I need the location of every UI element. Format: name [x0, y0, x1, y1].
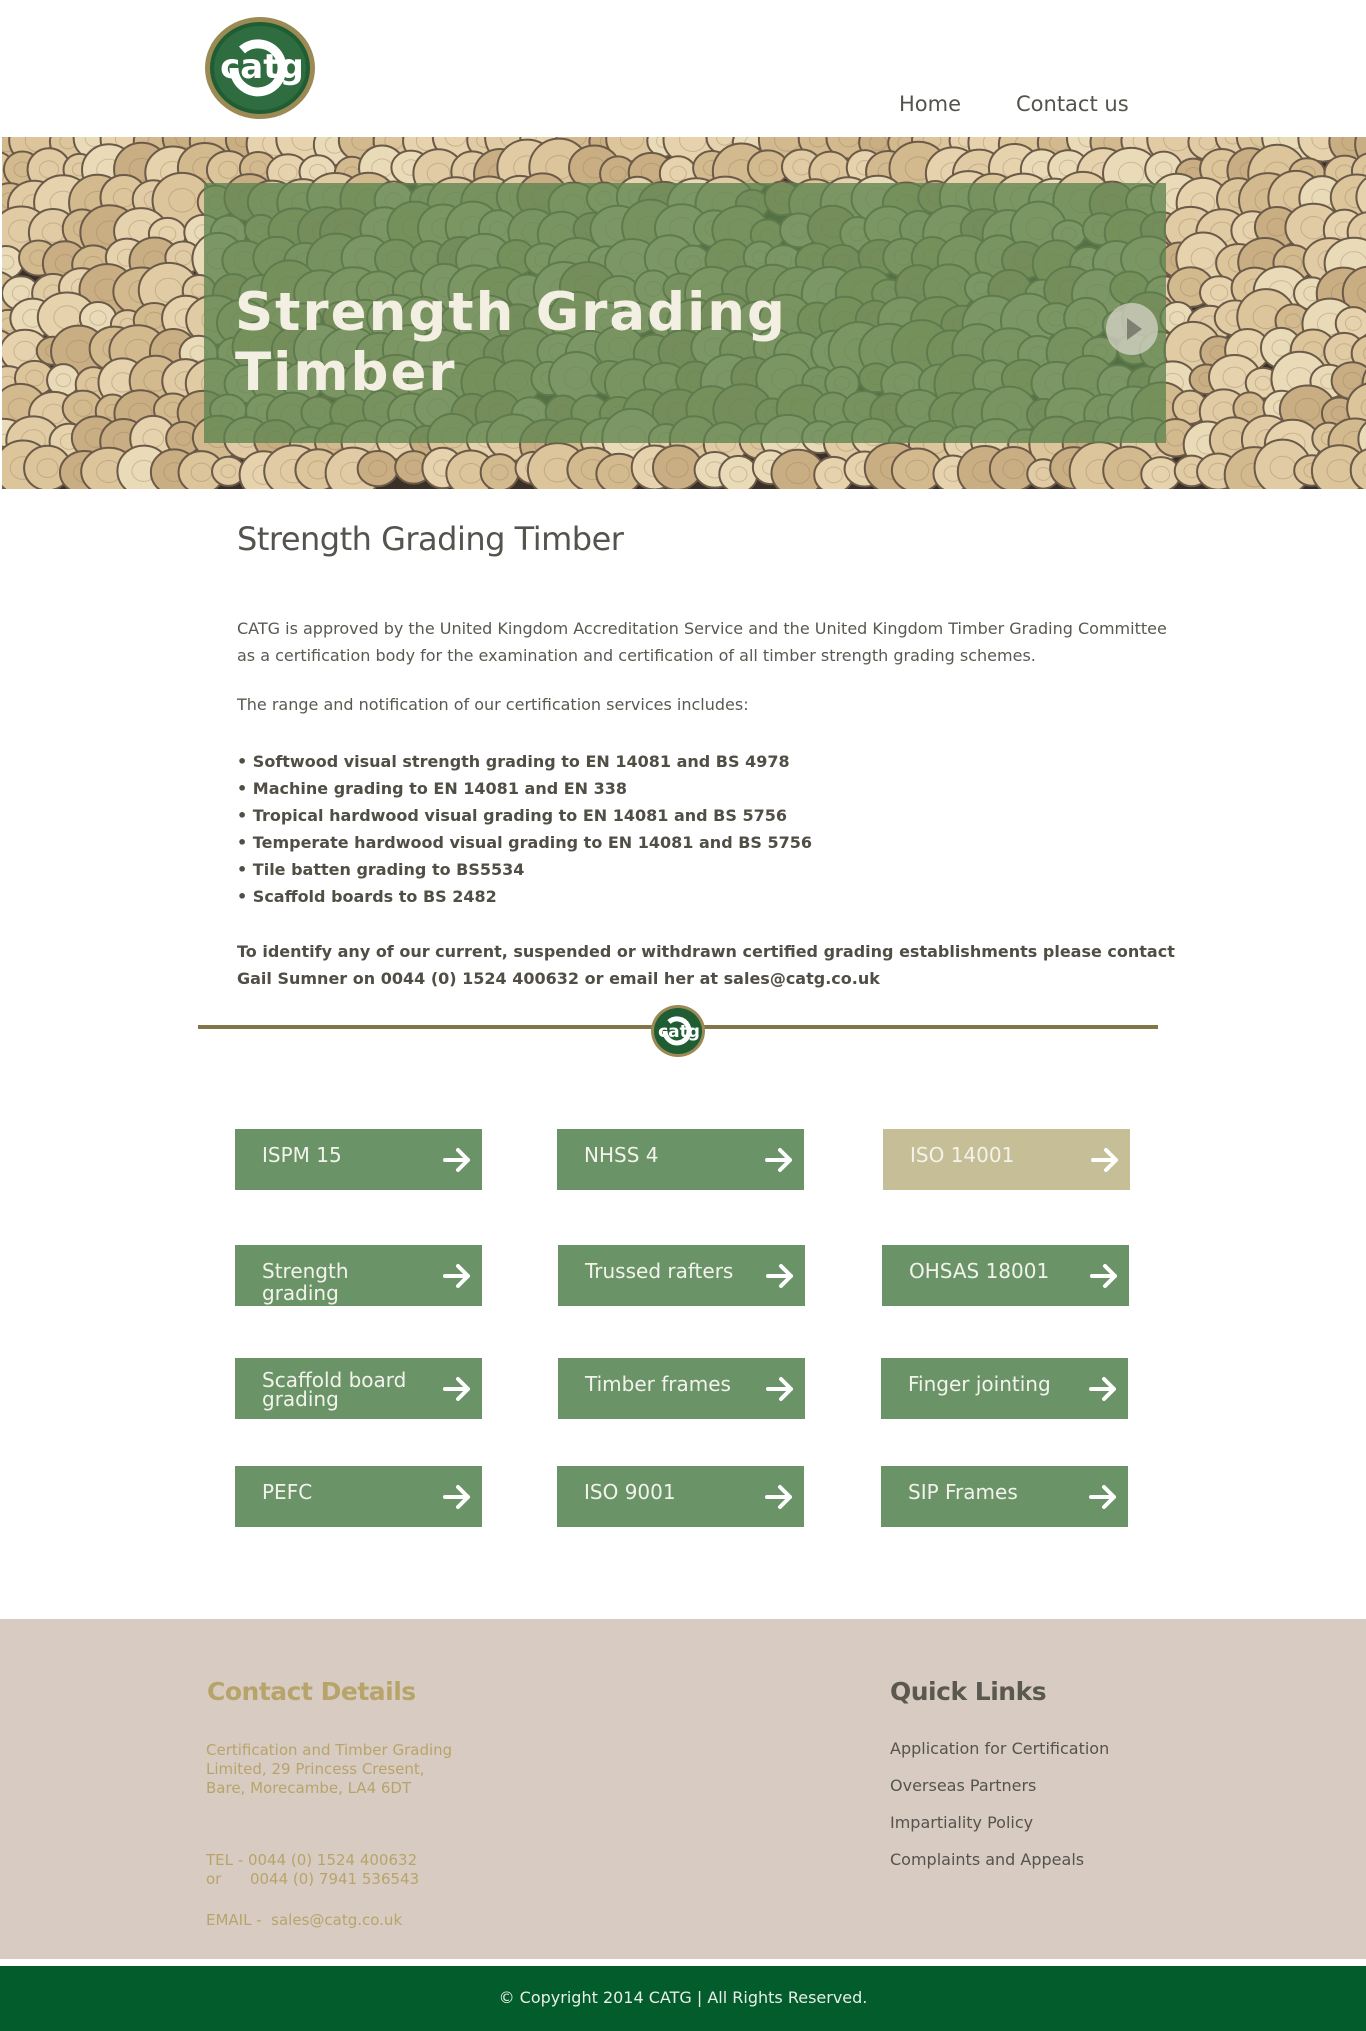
- ispm15-button[interactable]: ISPM 15: [235, 1129, 482, 1190]
- arrow-right-icon: [443, 1485, 470, 1509]
- arrow-right-icon: [1090, 1264, 1117, 1288]
- ohsas18001-button[interactable]: OHSAS 18001: [882, 1245, 1129, 1306]
- quick-link-application[interactable]: Application for Certification: [890, 1739, 1109, 1758]
- copyright-text: © Copyright 2014 CATG | All Rights Reser…: [498, 1988, 868, 2007]
- main-content: Strength Grading Timber CATG is approved…: [237, 520, 1175, 988]
- catg-logo: catg: [651, 1005, 705, 1057]
- list-item: • Machine grading to EN 14081 and EN 338: [237, 779, 628, 798]
- arrow-right-icon: [443, 1377, 470, 1401]
- nav-contact-link[interactable]: Contact us: [1016, 92, 1129, 116]
- arrow-right-icon: [443, 1264, 470, 1288]
- copyright-bar: © Copyright 2014 CATG | All Rights Reser…: [0, 1966, 1366, 2031]
- postal-address: Certification and Timber Grading Limited…: [206, 1741, 453, 1797]
- button-label: OHSAS 18001: [909, 1259, 1050, 1283]
- quick-links-list: Application for Certification Overseas P…: [890, 1739, 1109, 1887]
- quick-link-complaints[interactable]: Complaints and Appeals: [890, 1850, 1084, 1869]
- arrow-right-icon: [765, 1485, 792, 1509]
- list-item: • Scaffold boards to BS 2482: [237, 887, 497, 906]
- arrow-right-icon: [765, 1148, 792, 1172]
- timber-frames-button[interactable]: Timber frames: [558, 1358, 805, 1419]
- hero-title: Strength Grading Timber: [235, 282, 787, 403]
- iso9001-button[interactable]: ISO 9001: [557, 1466, 804, 1527]
- iso14001-button[interactable]: ISO 14001: [883, 1129, 1130, 1190]
- nhss4-button[interactable]: NHSS 4: [557, 1129, 804, 1190]
- phone-numbers: TEL - 0044 (0) 1524 400632 or 0044 (0) 7…: [206, 1851, 419, 1889]
- button-label: Finger jointing: [908, 1372, 1051, 1396]
- play-icon[interactable]: [1106, 303, 1158, 355]
- list-item: • Temperate hardwood visual grading to E…: [237, 833, 813, 852]
- pefc-button[interactable]: PEFC: [235, 1466, 482, 1527]
- contact-details-title: Contact Details: [207, 1677, 416, 1706]
- strength-grading-button[interactable]: Strength grading: [235, 1245, 482, 1306]
- trussed-rafters-button[interactable]: Trussed rafters: [558, 1245, 805, 1306]
- quick-link-overseas-partners[interactable]: Overseas Partners: [890, 1776, 1036, 1795]
- button-label: Trussed rafters: [585, 1259, 734, 1283]
- quick-links-title: Quick Links: [890, 1677, 1047, 1706]
- arrow-right-icon: [766, 1264, 793, 1288]
- button-label: ISO 9001: [584, 1480, 676, 1504]
- button-label: ISPM 15: [262, 1143, 342, 1167]
- tel-line: TEL - 0044 (0) 1524 400632: [206, 1851, 418, 1869]
- button-label: Timber frames: [585, 1372, 731, 1396]
- hero-banner: Strength Grading Timber: [2, 137, 1366, 489]
- intro-paragraph: CATG is approved by the United Kingdom A…: [237, 619, 1167, 665]
- range-paragraph: The range and notification of our certif…: [237, 695, 749, 714]
- site-footer: Contact Details Certification and Timber…: [0, 1619, 1366, 1959]
- arrow-right-icon: [443, 1148, 470, 1172]
- button-label: Scaffold board grading: [262, 1368, 407, 1411]
- hero-overlay: Strength Grading Timber: [204, 183, 1166, 443]
- arrow-right-icon: [1091, 1148, 1118, 1172]
- finger-jointing-button[interactable]: Finger jointing: [881, 1358, 1128, 1419]
- page-title: Strength Grading Timber: [237, 520, 624, 558]
- services-list: • Softwood visual strength grading to EN…: [237, 748, 812, 910]
- quick-link-impartiality-policy[interactable]: Impartiality Policy: [890, 1813, 1033, 1832]
- list-item: • Tile batten grading to BS5534: [237, 860, 525, 879]
- scaffold-board-grading-button[interactable]: Scaffold board grading: [235, 1358, 482, 1419]
- button-label: ISO 14001: [910, 1143, 1015, 1167]
- arrow-right-icon: [1089, 1485, 1116, 1509]
- email-address[interactable]: EMAIL - sales@catg.co.uk: [206, 1911, 402, 1929]
- button-label: Strength grading: [262, 1259, 349, 1305]
- nav-home-link[interactable]: Home: [899, 92, 961, 116]
- arrow-right-icon: [766, 1377, 793, 1401]
- button-label: SIP Frames: [908, 1480, 1018, 1504]
- svg-text:catg: catg: [220, 47, 304, 87]
- tel-line: or 0044 (0) 7941 536543: [206, 1870, 420, 1888]
- sip-frames-button[interactable]: SIP Frames: [881, 1466, 1128, 1527]
- catg-logo[interactable]: catg: [204, 16, 316, 120]
- button-label: PEFC: [262, 1480, 313, 1504]
- list-item: • Softwood visual strength grading to EN…: [237, 752, 790, 771]
- button-label: NHSS 4: [584, 1143, 659, 1167]
- identify-paragraph: To identify any of our current, suspende…: [237, 942, 1175, 988]
- list-item: • Tropical hardwood visual grading to EN…: [237, 806, 787, 825]
- svg-text:catg: catg: [658, 1022, 700, 1042]
- arrow-right-icon: [1089, 1377, 1116, 1401]
- site-header: catg Home Contact us: [0, 0, 1366, 137]
